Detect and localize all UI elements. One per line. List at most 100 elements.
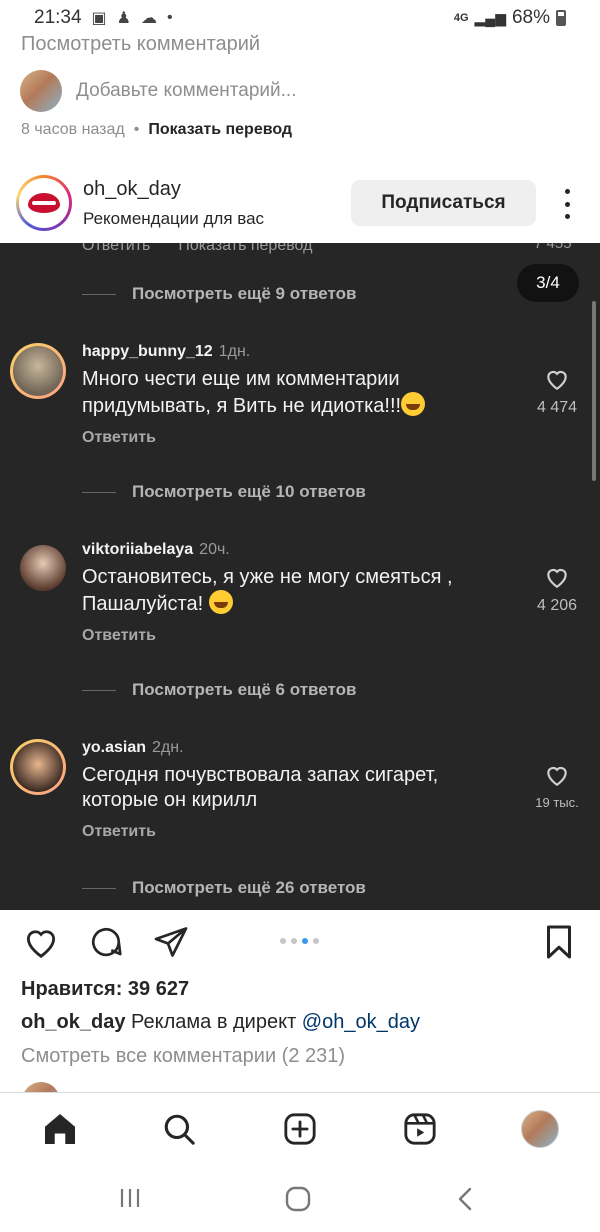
comment-item: yo.asian 2дн. Сегодня почувствовала запах… (10, 739, 590, 841)
view-more-label: Посмотреть ещё 9 ответов (132, 284, 357, 303)
reply-label: Ответить (82, 429, 156, 446)
laughing-emoji-icon (208, 590, 233, 614)
time-ago: 8 часов назад (21, 121, 125, 138)
comment-text-content: Много чести еще им комментарии придумыва… (82, 368, 402, 417)
heart-outline-icon (547, 766, 567, 787)
share-icon[interactable] (153, 924, 189, 965)
divider (82, 293, 116, 295)
comment-username: happy_bunny_12 (82, 343, 213, 360)
reply-label: Ответить (82, 823, 156, 840)
caption-username[interactable]: oh_ok_day (21, 1011, 125, 1033)
dot-icon: • (167, 9, 173, 26)
battery-icon (556, 10, 566, 26)
status-bar: 21:34 ▣ ♟ ☁ • 4G ▂▄▆ 68% (0, 0, 600, 36)
post-actions (0, 920, 600, 964)
reply-label: Ответить (82, 627, 156, 644)
add-comment-input[interactable]: Добавьте комментарий... (76, 80, 296, 102)
battery-percent: 68% (511, 7, 550, 28)
comment-header: happy_bunny_12 1дн. (82, 343, 502, 361)
comment-text: Много чести еще им комментарии придумыва… (82, 367, 502, 419)
divider (82, 689, 116, 691)
comment-time: 2дн. (152, 739, 184, 756)
status-right: 4G ▂▄▆ 68% (454, 7, 566, 29)
view-more-label: Посмотреть ещё 26 ответов (132, 878, 366, 897)
heart-icon[interactable] (22, 924, 60, 965)
comment-like: 4 474 (530, 367, 584, 417)
comment-time: 20ч. (199, 541, 230, 558)
caption-mention[interactable]: @oh_ok_day (302, 1011, 420, 1033)
post-meta: 8 часов назад • Показать перевод (21, 121, 292, 139)
laughing-emoji-icon (401, 392, 426, 416)
like-count-label[interactable]: Нравится: 39 627 (21, 978, 189, 1001)
like-count: 19 тыс. (535, 795, 579, 810)
system-navigation (0, 1164, 600, 1232)
comment-item: viktoriiabelaya 20ч. Остановитесь, я уже … (10, 541, 590, 644)
comment-username: viktoriiabelaya (82, 541, 194, 558)
recent-apps-icon[interactable] (118, 1186, 142, 1215)
scrollbar (592, 301, 596, 481)
comment-time: 1дн. (218, 343, 251, 360)
avatar (20, 545, 66, 591)
story-ring-avatar[interactable] (16, 175, 72, 231)
show-translation-link[interactable]: Показать перевод (148, 121, 292, 139)
post-caption: oh_ok_day Реклама в директ @oh_ok_day (21, 1011, 420, 1034)
home-icon[interactable] (40, 1109, 80, 1149)
comment-username: yo.asian (82, 739, 147, 756)
avatar (10, 739, 66, 795)
view-more-replies: Посмотреть ещё 10 ответов (82, 482, 366, 502)
network-type: 4G (453, 12, 469, 24)
comment-icon[interactable] (88, 924, 124, 965)
view-all-comments-link[interactable]: Смотреть все комментарии (2 231) (21, 1045, 345, 1068)
carousel-dot (291, 938, 297, 944)
post-media[interactable]: Ответить Показать перевод 7 455 3/4 Посмо… (0, 243, 600, 910)
more-vertical-icon[interactable] (556, 189, 578, 219)
comment-like: 19 тыс. (530, 763, 584, 810)
like-count: 4 474 (536, 399, 578, 416)
avatar (10, 343, 66, 399)
carousel-dot (280, 938, 286, 944)
cut-reply: Ответить (82, 243, 151, 254)
comment-body: happy_bunny_12 1дн. Много чести еще им ко… (82, 343, 502, 447)
new-post-icon[interactable] (280, 1109, 320, 1149)
caption-text: Реклама в директ (131, 1011, 297, 1033)
search-icon[interactable] (159, 1109, 199, 1149)
carousel-dot (313, 938, 319, 944)
follow-button[interactable]: Подписаться (351, 180, 536, 226)
post-subtitle: Рекомендации для вас (83, 208, 265, 228)
bookmark-icon[interactable] (543, 924, 575, 965)
gallery-icon: ▣ (91, 10, 107, 27)
view-comment-link[interactable]: Посмотреть комментарий (21, 33, 260, 56)
comment-body: viktoriiabelaya 20ч. Остановитесь, я уже … (82, 541, 502, 645)
view-more-replies: Посмотреть ещё 9 ответов (82, 284, 356, 304)
add-comment-row[interactable]: Добавьте комментарий... (20, 70, 296, 112)
home-button-icon[interactable] (285, 1186, 311, 1217)
comment-item: happy_bunny_12 1дн. Много чести еще им ко… (10, 343, 590, 446)
cut-translation: Показать перевод (178, 243, 313, 254)
comment-header: yo.asian 2дн. (82, 739, 502, 757)
separator: • (133, 121, 140, 138)
comment-header: viktoriiabelaya 20ч. (82, 541, 502, 559)
cut-comment-actions: Ответить Показать перевод (82, 243, 340, 255)
divider (82, 491, 116, 493)
post-username[interactable]: oh_ok_day (83, 178, 264, 201)
profile-avatar[interactable] (520, 1109, 560, 1149)
like-count: 4 206 (536, 597, 578, 614)
back-icon[interactable] (455, 1186, 475, 1217)
view-more-label: Посмотреть ещё 6 ответов (132, 680, 357, 699)
comment-body: yo.asian 2дн. Сегодня почувствовала запах… (82, 739, 502, 841)
lips-logo-icon (22, 181, 66, 225)
notification-icon: ♟ (116, 10, 132, 27)
heart-outline-icon (547, 568, 567, 589)
comment-like: 4 206 (530, 565, 584, 615)
cloud-icon: ☁ (141, 10, 158, 27)
status-time: 21:34 (34, 7, 82, 28)
post-header: oh_ok_day Рекомендации для вас Подписать… (0, 163, 600, 243)
comment-text: Сегодня почувствовала запах сигарет, кот… (82, 764, 439, 811)
cut-like-count: 7 455 (534, 243, 572, 252)
bottom-tab-bar (0, 1092, 600, 1164)
carousel-indicator (280, 938, 319, 944)
view-more-label: Посмотреть ещё 10 ответов (132, 482, 366, 501)
post-author: oh_ok_day Рекомендации для вас (83, 178, 264, 229)
reels-icon[interactable] (400, 1109, 440, 1149)
avatar (20, 70, 62, 112)
